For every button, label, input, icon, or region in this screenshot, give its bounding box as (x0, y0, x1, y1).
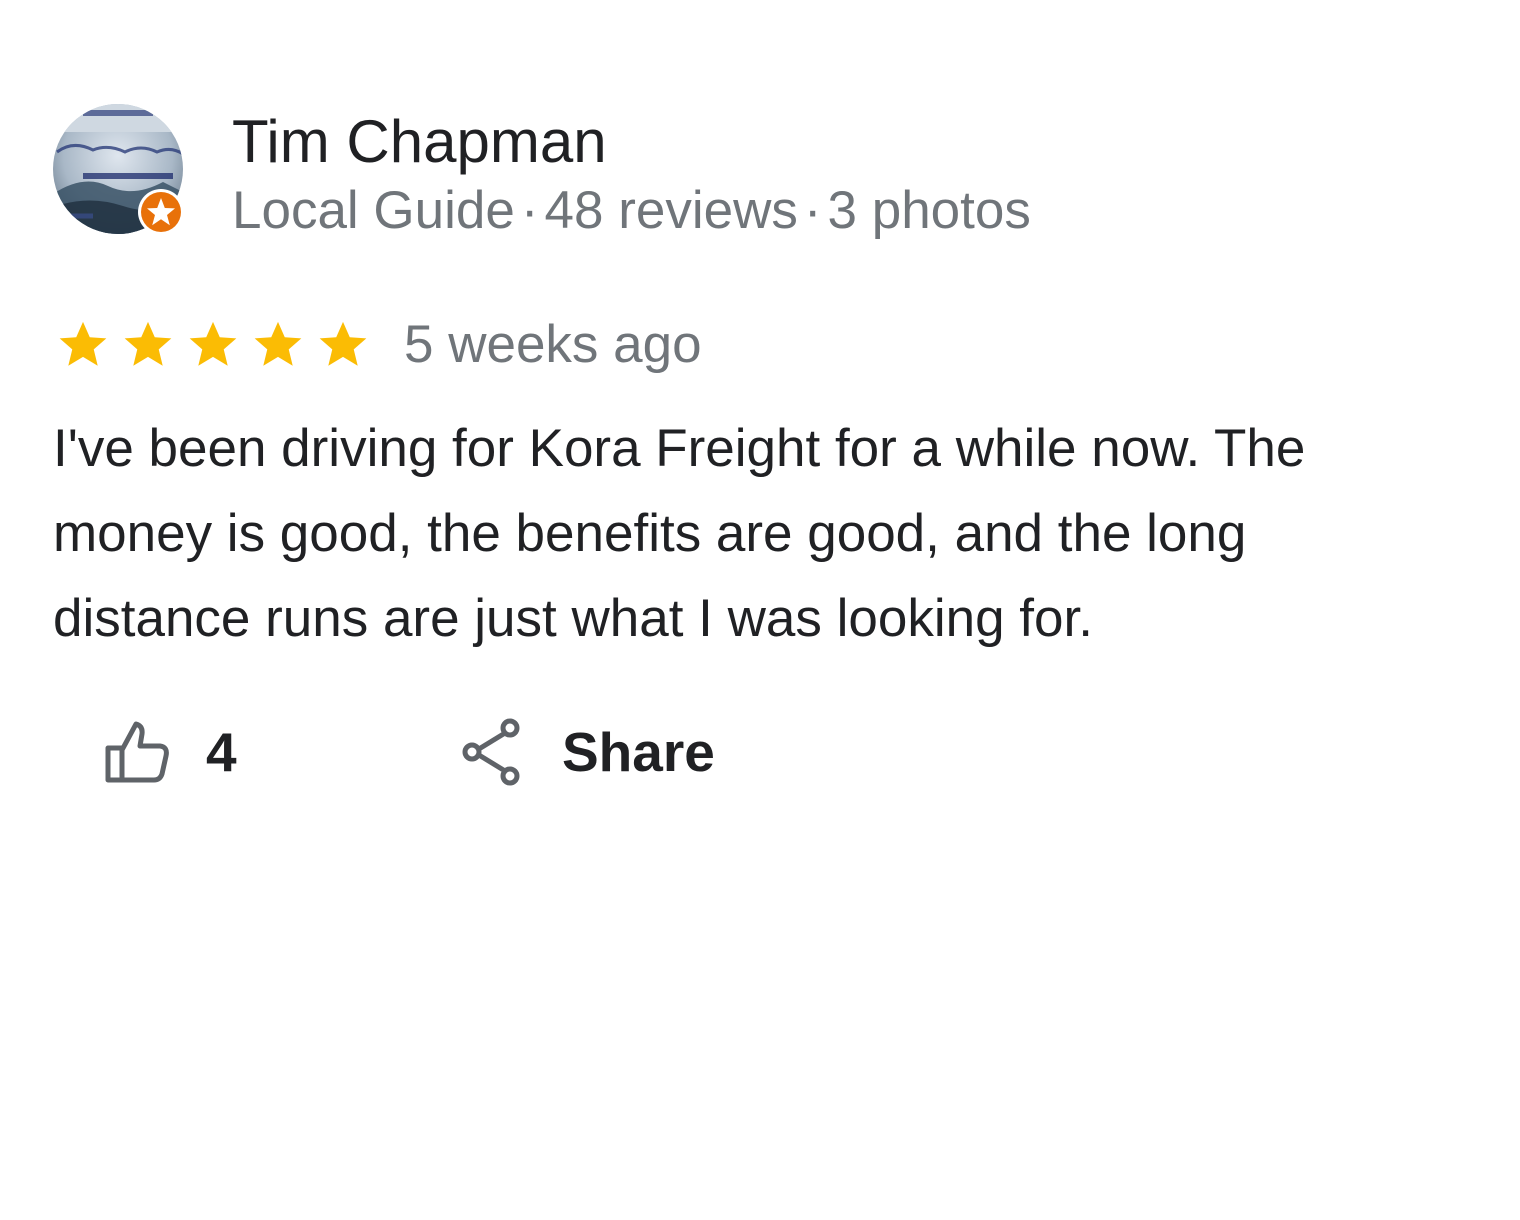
photo-count: 3 photos (827, 181, 1031, 240)
thumbs-up-icon (105, 721, 169, 783)
separator: · (803, 181, 822, 240)
avatar[interactable] (53, 104, 185, 236)
share-icon (462, 718, 520, 786)
local-guide-label: Local Guide (232, 181, 515, 240)
like-button[interactable]: 4 (100, 712, 237, 792)
share-label: Share (562, 721, 715, 783)
review-text: I've been driving for Kora Freight for a… (53, 419, 1306, 648)
star-icon (189, 321, 237, 366)
review-time: 5 weeks ago (404, 315, 702, 374)
star-icon (254, 321, 302, 366)
review-card: Tim Chapman Local Guide · 48 reviews · 3 pho… (0, 0, 1520, 1220)
like-count: 4 (206, 721, 237, 783)
star-icon (319, 321, 367, 366)
review-count: 48 reviews (544, 181, 798, 240)
author-name[interactable]: Tim Chapman (232, 106, 607, 178)
star-rating (55, 316, 371, 372)
author-meta: Local Guide · 48 reviews · 3 photos (232, 178, 1031, 244)
share-button[interactable]: Share (460, 712, 715, 792)
local-guide-badge-icon (137, 188, 185, 236)
star-icon (59, 321, 107, 366)
separator: · (520, 181, 539, 240)
star-icon (124, 321, 172, 366)
